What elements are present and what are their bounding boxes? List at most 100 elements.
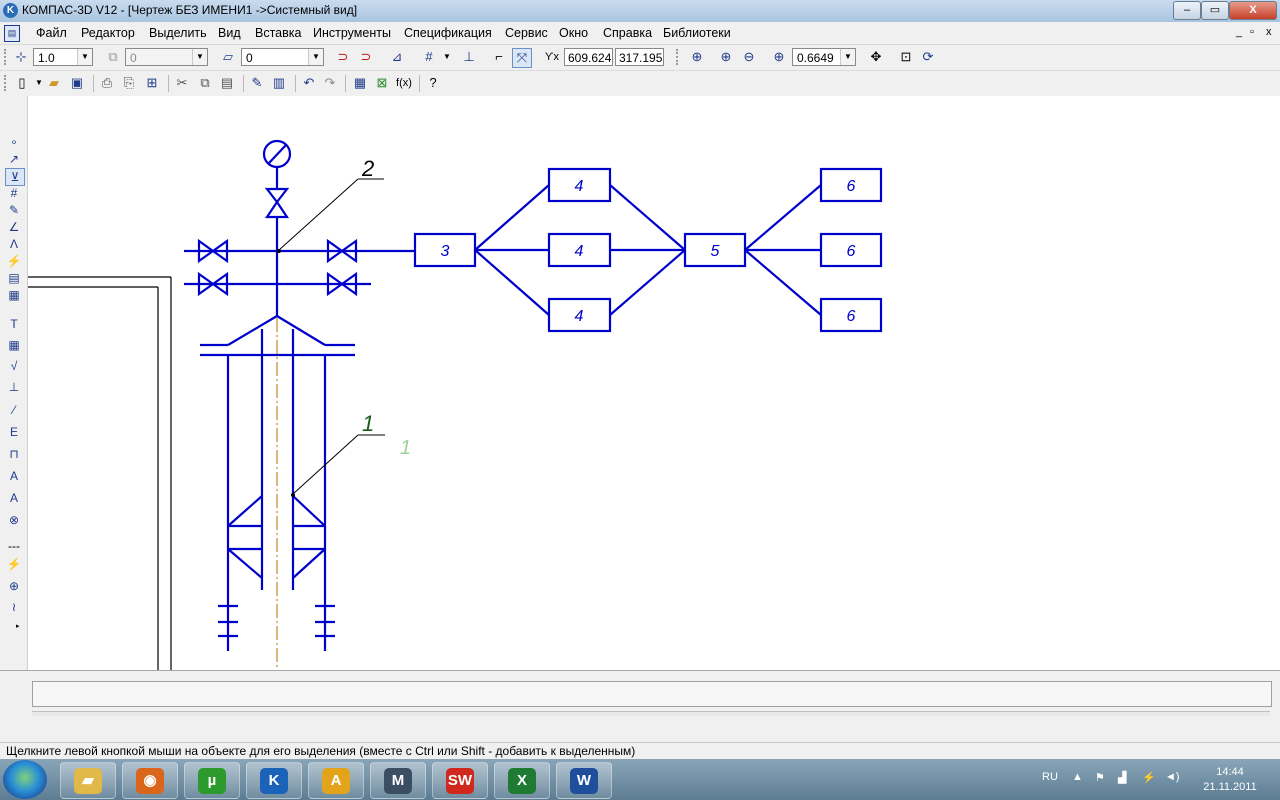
menu-service[interactable]: Сервис <box>505 26 548 40</box>
panel-arrow-icon[interactable]: ▸ <box>16 622 20 630</box>
chevron-down-icon[interactable]: ▼ <box>840 49 855 65</box>
chevron-down-icon[interactable]: ▼ <box>438 48 456 66</box>
network-icon[interactable]: ▟ <box>1118 771 1126 784</box>
measure-icon[interactable]: ∠ <box>5 219 23 235</box>
scale-icon[interactable]: ⊹ <box>12 48 30 66</box>
start-button[interactable] <box>3 760 47 799</box>
view-arrow-icon[interactable]: A <box>5 490 23 506</box>
menu-window[interactable]: Окно <box>559 26 588 40</box>
redo-icon[interactable]: ↷ <box>321 74 339 92</box>
taskbar-explorer-button[interactable]: ▰ <box>60 762 116 799</box>
minimize-button[interactable]: – <box>1173 1 1201 20</box>
scale-combo[interactable]: 1.0 ▼ <box>33 48 93 66</box>
zoom-scale-icon[interactable]: ⊕ <box>770 48 788 66</box>
grid-icon[interactable]: # <box>420 48 438 66</box>
report-icon[interactable]: ▤ <box>5 270 23 286</box>
lightning-icon[interactable]: ⚡ <box>5 556 23 572</box>
local-snap-icon[interactable]: ⊃ <box>357 48 375 66</box>
mdi-close-button[interactable]: x <box>1266 26 1272 38</box>
tolerance-icon[interactable]: ⊓ <box>5 446 23 462</box>
language-indicator[interactable]: RU <box>1042 771 1058 783</box>
new-document-icon[interactable]: ▯ <box>13 74 31 92</box>
parametrization-icon[interactable]: ✎ <box>5 202 23 218</box>
dimensions-icon[interactable]: ↗ <box>5 151 23 167</box>
undo-icon[interactable]: ↶ <box>300 74 318 92</box>
layer-icon[interactable]: ⧉ <box>104 48 122 66</box>
toolbar-grip[interactable] <box>4 75 9 91</box>
menu-insert[interactable]: Вставка <box>255 26 301 40</box>
print-icon[interactable]: ⎙ <box>98 74 116 92</box>
taskbar-archicad-button[interactable]: A <box>308 762 364 799</box>
menu-tools[interactable]: Инструменты <box>313 26 391 40</box>
coord-x-field[interactable]: 609.624 <box>564 48 613 66</box>
table-icon[interactable]: ▦ <box>5 337 23 353</box>
toolbar-grip[interactable] <box>676 49 681 65</box>
axis-line-icon[interactable]: --- <box>5 538 23 554</box>
zoom-out-icon[interactable]: ⊖ <box>740 48 758 66</box>
print-preview-icon[interactable]: ⎘ <box>120 74 138 92</box>
menu-help[interactable]: Справка <box>603 26 652 40</box>
leader-icon[interactable]: ⁄ <box>5 402 23 418</box>
properties-splitter[interactable] <box>32 711 1270 716</box>
callout-2[interactable]: 2 <box>361 156 374 181</box>
taskbar-utorrent-button[interactable]: µ <box>184 762 240 799</box>
chevron-down-icon[interactable]: ▼ <box>192 49 207 65</box>
position-leader-icon[interactable]: E <box>5 424 23 440</box>
cut-icon[interactable]: ✂ <box>173 74 191 92</box>
close-button[interactable]: X <box>1229 1 1277 20</box>
toolbar-grip[interactable] <box>4 49 9 65</box>
show-all-icon[interactable]: ⊡ <box>897 48 915 66</box>
coordinate-system-icon[interactable]: ⊥ <box>460 48 478 66</box>
ortho-mode-icon[interactable]: ⤧ <box>512 48 532 68</box>
manager-icon[interactable]: ▦ <box>351 74 369 92</box>
round-icon[interactable]: ⌐ <box>490 48 508 66</box>
snap-magnet-icon[interactable]: ⊃ <box>334 48 352 66</box>
section-icon[interactable]: A <box>5 468 23 484</box>
select-icon[interactable]: Λ <box>5 236 23 252</box>
style-combo[interactable]: 0 ▼ <box>241 48 324 66</box>
format-painter-icon[interactable]: ✎ <box>248 74 266 92</box>
designations-icon[interactable]: ⊻ <box>5 168 25 186</box>
local-view-icon[interactable]: ⊗ <box>5 512 23 528</box>
base-icon[interactable]: ⊥ <box>5 379 23 395</box>
menu-select[interactable]: Выделить <box>149 26 207 40</box>
edit-icon[interactable]: # <box>5 185 23 201</box>
zoom-combo[interactable]: 0.6649 ▼ <box>792 48 856 66</box>
refresh-icon[interactable]: ⟳ <box>919 48 937 66</box>
taskbar-excel-button[interactable]: X <box>494 762 550 799</box>
drawing-canvas[interactable]: 3 4 4 4 5 6 6 6 2 1 1 <box>28 96 1280 670</box>
chevron-down-icon[interactable]: ▼ <box>308 49 323 65</box>
menu-file[interactable]: Файл <box>36 26 67 40</box>
taskbar-mathcad-button[interactable]: M <box>370 762 426 799</box>
properties-field[interactable] <box>32 681 1272 707</box>
volume-icon[interactable]: ◄) <box>1165 771 1180 783</box>
open-icon[interactable]: ▰ <box>45 74 63 92</box>
document-icon[interactable]: ▤ <box>4 25 20 42</box>
menu-view[interactable]: Вид <box>218 26 241 40</box>
copy-icon[interactable]: ⧉ <box>196 74 214 92</box>
chevron-down-icon[interactable]: ▼ <box>77 49 92 65</box>
callout-1[interactable]: 1 <box>362 411 374 436</box>
menu-specification[interactable]: Спецификация <box>404 26 492 40</box>
properties-icon[interactable]: ⊞ <box>143 74 161 92</box>
spec-icon[interactable]: ⚡ <box>5 253 23 269</box>
geometry-icon[interactable]: ∘ <box>5 134 23 150</box>
menu-edit[interactable]: Редактор <box>81 26 135 40</box>
taskbar-firefox-button[interactable]: ◉ <box>122 762 178 799</box>
pan-icon[interactable]: ✥ <box>867 48 885 66</box>
mdi-restore-button[interactable]: ▫ <box>1250 26 1254 38</box>
roughness-icon[interactable]: √ <box>5 358 23 374</box>
menu-libraries[interactable]: Библиотеки <box>663 26 731 40</box>
ortho-icon[interactable]: ⊿ <box>388 48 406 66</box>
taskbar-word-button[interactable]: W <box>556 762 612 799</box>
mdi-minimize-button[interactable]: _ <box>1236 26 1242 38</box>
zoom-window-icon[interactable]: ⊕ <box>688 48 706 66</box>
paste-icon[interactable]: ▤ <box>218 74 236 92</box>
show-hidden-icons-icon[interactable]: ▲ <box>1072 771 1083 783</box>
style-icon[interactable]: ▱ <box>219 48 237 66</box>
taskbar-kompas-button[interactable]: K <box>246 762 302 799</box>
power-icon[interactable]: ⚡ <box>1142 771 1156 784</box>
list-icon[interactable]: ▥ <box>270 74 288 92</box>
clock[interactable]: 14:44 21.11.2011 <box>1195 765 1265 795</box>
function-icon[interactable]: f(x) <box>395 74 413 92</box>
